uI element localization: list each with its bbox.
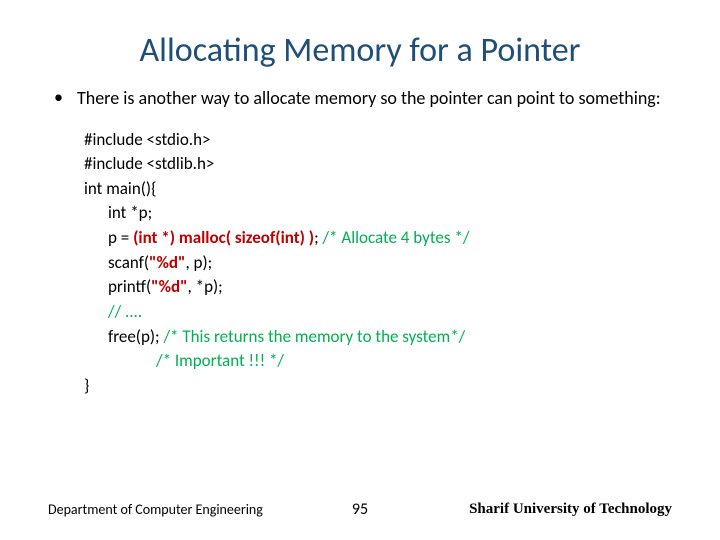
footer: Department of Computer Engineering 95 Sh… [0,501,720,518]
code-highlight: (int *) malloc( sizeof(int) ) [133,227,314,248]
slide-number: 95 [352,500,368,519]
bullet-marker: • [54,87,63,109]
code-text: free(p); [108,326,163,347]
code-highlight: "%d" [151,276,187,297]
code-line: scanf("%d", p); [84,251,672,276]
slide: Allocating Memory for a Pointer • There … [0,0,720,540]
code-text: p = [108,227,133,248]
code-text: scanf( [108,252,149,273]
code-line: /* Important !!! */ [84,349,672,374]
code-line: p = (int *) malloc( sizeof(int) ); /* Al… [84,226,672,251]
code-block: #include <stdio.h> #include <stdlib.h> i… [84,128,672,399]
footer-department: Department of Computer Engineering [48,501,263,518]
slide-title: Allocating Memory for a Pointer [48,30,672,71]
code-line: #include <stdlib.h> [84,152,672,177]
code-comment: /* This returns the memory to the system… [163,326,465,347]
code-line: // .... [84,300,672,325]
code-text: , *p); [188,276,223,297]
footer-university: Sharif University of Technology [469,501,672,518]
bullet-text: There is another way to allocate memory … [77,87,661,110]
code-comment: /* Important !!! */ [156,350,284,371]
code-text: printf( [108,276,151,297]
code-line: free(p); /* This returns the memory to t… [84,325,672,350]
code-highlight: "%d" [149,252,185,273]
code-comment: /* Allocate 4 bytes */ [322,227,469,248]
code-comment: // .... [108,301,142,322]
code-line: #include <stdio.h> [84,128,672,153]
code-line: int *p; [84,201,672,226]
code-line: } [84,374,672,399]
code-line: int main(){ [84,177,672,202]
bullet-item: • There is another way to allocate memor… [54,87,672,110]
code-text: , p); [185,252,212,273]
code-line: printf("%d", *p); [84,275,672,300]
